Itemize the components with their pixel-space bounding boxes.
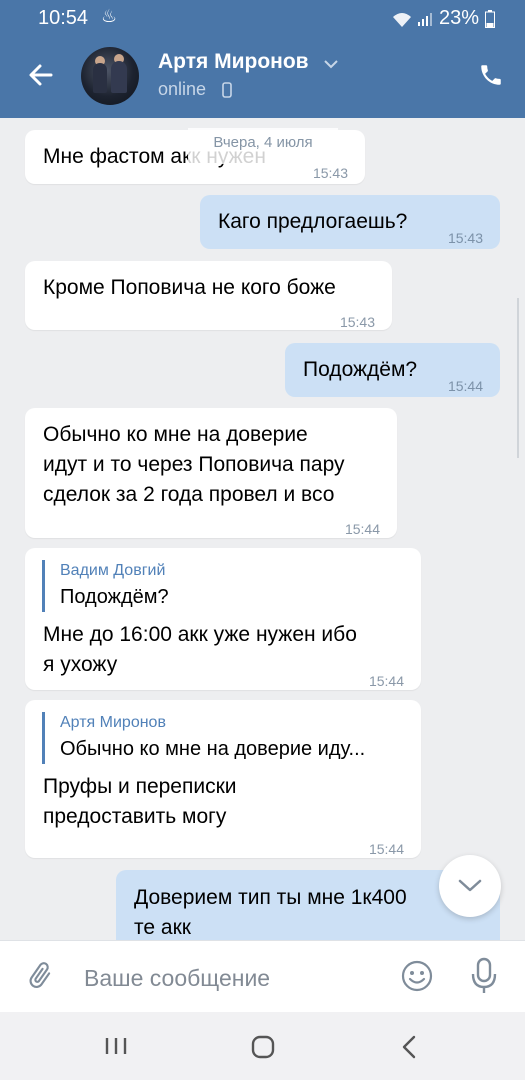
message-bubble[interactable]: Каго предлогаешь? 15:43 [200, 195, 500, 249]
message-time: 15:43 [339, 314, 375, 330]
message-text: Пруфы и переписки предоставить могу [43, 772, 237, 832]
message-text: Мне до 16:00 акк уже нужен ибо я ухожу [43, 620, 357, 680]
reply-quote[interactable]: Вадим Довгий Подождём? [42, 560, 400, 612]
message-time: 15:44 [447, 378, 483, 394]
notification-icon: ♨ [101, 6, 118, 26]
signal-icon [417, 11, 433, 27]
status-time: 10:54 [38, 7, 89, 29]
message-bubble[interactable]: Обычно ко мне на доверие идут и то через… [25, 408, 397, 538]
message-time: 15:44 [344, 521, 380, 537]
message-bubble[interactable]: Вадим Довгий Подождём? Мне до 16:00 акк … [25, 548, 421, 690]
message-list[interactable]: Мне фастом акк нужен 15:43 Вчера, 4 июля… [0, 118, 525, 940]
message-time: 15:44 [368, 841, 404, 857]
message-line: Мне до 16:00 акк уже нужен ибо [43, 623, 357, 646]
chevron-down-icon[interactable] [323, 56, 339, 74]
message-line: предоставить могу [43, 805, 227, 828]
avatar[interactable] [81, 47, 139, 105]
contact-name[interactable]: Артя Миронов [158, 50, 309, 74]
status-bar: 10:54 ♨ 23% [0, 0, 525, 36]
battery-icon [485, 9, 495, 28]
composer [0, 940, 525, 1013]
message-bubble[interactable]: Подождём? 15:44 [285, 343, 500, 397]
phone-icon [222, 82, 232, 103]
reply-quote[interactable]: Артя Миронов Обычно ко мне на доверие ид… [42, 712, 395, 764]
battery-text: 23% [438, 7, 479, 29]
emoji-icon[interactable] [400, 959, 434, 998]
message-time: 15:44 [368, 673, 404, 689]
message-text: Подождём? [303, 358, 418, 381]
reply-author: Вадим Довгий [60, 562, 166, 579]
scrollbar[interactable] [517, 298, 525, 458]
message-time: 15:45 [448, 931, 483, 940]
message-line: идут и то через Поповича пару [43, 453, 345, 476]
message-line: те акк [134, 916, 191, 939]
reply-author: Артя Миронов [60, 714, 166, 731]
message-line: Пруфы и переписки [43, 775, 237, 798]
message-line: Доверием тип ты мне 1к400 [134, 886, 407, 909]
scroll-down-icon [458, 879, 482, 892]
status-right: 23% [391, 7, 495, 30]
message-text: Каго предлогаешь? [218, 210, 408, 233]
wifi-icon [391, 11, 411, 27]
attach-icon[interactable] [24, 958, 56, 999]
message-bubble[interactable]: Кроме Поповича не кого боже 15:43 [25, 261, 392, 330]
message-bubble[interactable]: Артя Миронов Обычно ко мне на доверие ид… [25, 700, 421, 858]
call-icon[interactable] [478, 62, 504, 93]
nav-back-icon[interactable] [401, 1035, 417, 1064]
message-time: 15:43 [447, 230, 483, 246]
system-nav-bar [0, 1012, 525, 1080]
message-text: Доверием тип ты мне 1к400 те акк [134, 883, 407, 940]
message-input[interactable] [82, 959, 376, 997]
home-icon[interactable] [251, 1035, 275, 1064]
date-separator: Вчера, 4 июля [188, 128, 338, 164]
message-line: сделок за 2 года провел и всо [43, 483, 335, 506]
message-text: Кроме Поповича не кого боже [43, 276, 336, 299]
chat-header: Артя Миронов online [0, 36, 525, 118]
message-line: Обычно ко мне на доверие [43, 423, 308, 446]
recent-apps-icon[interactable] [104, 1036, 128, 1061]
message-text: Обычно ко мне на доверие идут и то через… [43, 420, 345, 510]
reply-text: Обычно ко мне на доверие иду... [60, 738, 366, 760]
contact-status: online [158, 79, 207, 99]
reply-text: Подождём? [60, 586, 169, 608]
message-line: я ухожу [43, 653, 118, 676]
mic-icon[interactable] [470, 957, 498, 1000]
back-arrow-icon[interactable] [26, 60, 58, 92]
scroll-down-button[interactable] [439, 855, 501, 917]
